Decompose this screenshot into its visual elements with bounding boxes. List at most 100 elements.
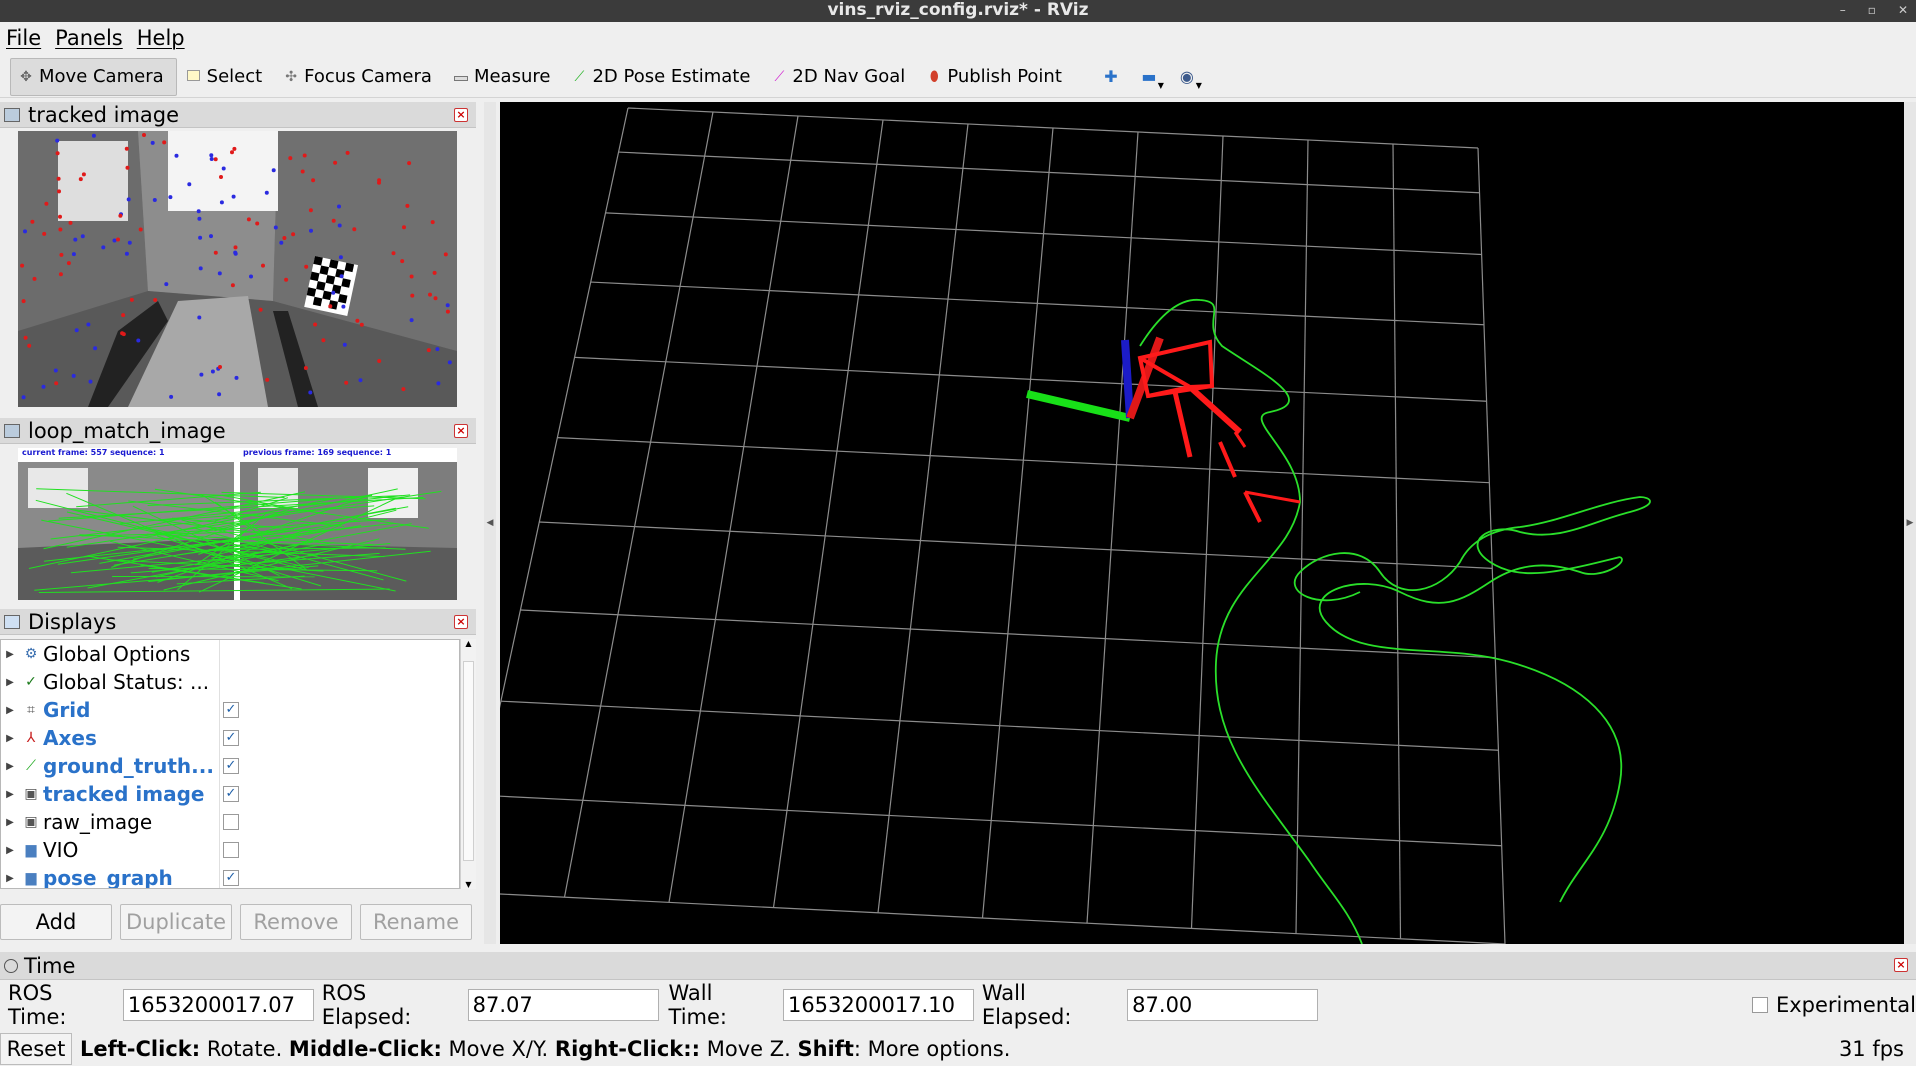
expand-arrow-icon[interactable]: ▶ (1, 705, 19, 716)
duplicate-button[interactable]: Duplicate (120, 904, 232, 940)
feature-point (59, 252, 64, 257)
close-icon[interactable]: × (454, 615, 468, 629)
panel-header[interactable]: Time × (0, 952, 1916, 980)
experimental-checkbox[interactable] (1752, 997, 1768, 1013)
expand-arrow-icon[interactable]: ▶ (1, 817, 19, 828)
display-enabled-checkbox[interactable] (223, 814, 239, 830)
display-item[interactable]: ▶ ▣ raw_image (1, 808, 459, 836)
feature-point (345, 150, 350, 155)
display-item[interactable]: ▶ ⌗ Grid ✓ (1, 696, 459, 724)
panel-header[interactable]: tracked image × (0, 102, 476, 128)
ros-time-field[interactable]: 1653200017.07 (122, 989, 314, 1021)
expand-arrow-icon[interactable]: ▶ (1, 845, 19, 856)
expand-arrow-icon[interactable]: ▶ (1, 733, 19, 744)
expand-arrow-icon[interactable]: ▶ (1, 649, 19, 660)
menu-file[interactable]: File (6, 26, 41, 50)
display-enabled-checkbox[interactable]: ✓ (223, 870, 239, 886)
close-icon[interactable]: × (454, 108, 468, 122)
displays-scrollbar[interactable]: ▲ ▼ (460, 639, 476, 889)
close-icon[interactable]: ✕ (1898, 0, 1908, 22)
publish-point-tool[interactable]: ⬮ Publish Point (919, 58, 1074, 96)
focus-camera-tool[interactable]: ✣ Focus Camera (276, 58, 444, 96)
column-separator (219, 668, 220, 696)
feature-point (246, 217, 251, 222)
menu-help[interactable]: Help (137, 26, 185, 50)
expand-arrow-icon[interactable]: ▶ (1, 873, 19, 884)
ros-elapsed-field[interactable]: 87.07 (467, 989, 659, 1021)
display-item[interactable]: ▶ ▆ pose_graph ✓ (1, 864, 459, 888)
feature-point (401, 387, 406, 392)
expand-arrow-icon[interactable]: ▶ (1, 789, 19, 800)
chevron-down-icon[interactable]: ▼ (461, 880, 476, 889)
remove-button[interactable]: Remove (240, 904, 352, 940)
display-enabled-checkbox[interactable]: ✓ (223, 730, 239, 746)
expand-arrow-icon[interactable]: ▶ (1, 677, 19, 688)
minimize-icon[interactable]: – (1840, 0, 1846, 22)
add-button[interactable]: Add (0, 904, 112, 940)
feature-point (337, 223, 342, 228)
close-icon[interactable]: × (1894, 958, 1908, 972)
display-item[interactable]: ▶ ▣ tracked image ✓ (1, 780, 459, 808)
display-enabled-checkbox[interactable]: ✓ (223, 758, 239, 774)
chevron-right-icon: ▶ (1906, 518, 1914, 528)
pose-estimate-tool[interactable]: ⟋ 2D Pose Estimate (564, 58, 762, 96)
middle-click-key: Middle-Click: (288, 1037, 442, 1061)
feature-point (88, 379, 93, 384)
move-camera-icon: ✥ (20, 68, 32, 85)
display-item[interactable]: ▶ ⅄ Axes ✓ (1, 724, 459, 752)
feature-point (53, 368, 58, 373)
rename-button[interactable]: Rename (360, 904, 472, 940)
left-click-desc: Rotate. (200, 1037, 289, 1061)
display-enabled-checkbox[interactable]: ✓ (223, 702, 239, 718)
grid-line (500, 795, 1502, 847)
feature-point (219, 175, 223, 179)
feature-point (136, 338, 141, 343)
display-item[interactable]: ▶ ⟋ ground_truth... ✓ (1, 752, 459, 780)
scrollbar-thumb[interactable] (463, 661, 474, 861)
feature-point (443, 252, 448, 257)
close-icon[interactable]: × (454, 424, 468, 438)
measure-tool[interactable]: Measure (446, 58, 563, 96)
feature-point (168, 195, 173, 200)
display-enabled-checkbox[interactable] (223, 842, 239, 858)
feature-point (187, 182, 192, 187)
feature-point (81, 172, 86, 177)
reset-button[interactable]: Reset (0, 1033, 72, 1065)
folder-icon: ▆ (25, 870, 37, 886)
right-splitter[interactable]: ▶ (1904, 102, 1916, 944)
move-camera-tool[interactable]: ✥ Move Camera (10, 57, 177, 96)
feature-point (101, 245, 106, 250)
feature-point (230, 283, 235, 288)
wall-elapsed-field[interactable]: 87.00 (1127, 989, 1319, 1021)
grid-icon: ⌗ (27, 702, 35, 718)
remove-tool-button[interactable]: ▬ ▼ (1134, 58, 1164, 96)
feature-point (20, 263, 25, 268)
feature-point (391, 251, 396, 256)
3d-render-view[interactable] (500, 102, 1904, 944)
loop-match-content (18, 462, 457, 600)
feature-point (162, 140, 167, 145)
feature-point (377, 359, 382, 363)
chevron-up-icon[interactable]: ▲ (461, 639, 476, 648)
select-tool[interactable]: Select (179, 58, 275, 96)
display-item[interactable]: ▶ ▆ VIO (1, 836, 459, 864)
minus-icon: ▬ (1141, 67, 1157, 86)
feature-point (196, 209, 201, 214)
feature-point (152, 198, 157, 202)
maximize-icon[interactable]: ▫ (1868, 0, 1876, 22)
display-enabled-checkbox[interactable]: ✓ (223, 786, 239, 802)
camera-type-button[interactable]: ◉ ▼ (1172, 58, 1202, 96)
feature-point (308, 390, 313, 395)
display-item[interactable]: ▶ ✓ Global Status: ... (1, 668, 459, 696)
display-item[interactable]: ▶ ⚙ Global Options (1, 640, 459, 668)
nav-goal-tool[interactable]: ⟋ 2D Nav Goal (764, 58, 917, 96)
expand-arrow-icon[interactable]: ▶ (1, 761, 19, 772)
panel-header[interactable]: Displays × (0, 609, 476, 635)
left-splitter[interactable]: ◀ (484, 102, 496, 944)
grid-line (668, 115, 799, 903)
wall-time-field[interactable]: 1653200017.10 (782, 989, 974, 1021)
add-tool-button[interactable]: ✚ (1096, 58, 1126, 96)
panel-header[interactable]: loop_match_image × (0, 418, 476, 444)
menu-panels[interactable]: Panels (55, 26, 123, 50)
feature-point (377, 180, 381, 185)
